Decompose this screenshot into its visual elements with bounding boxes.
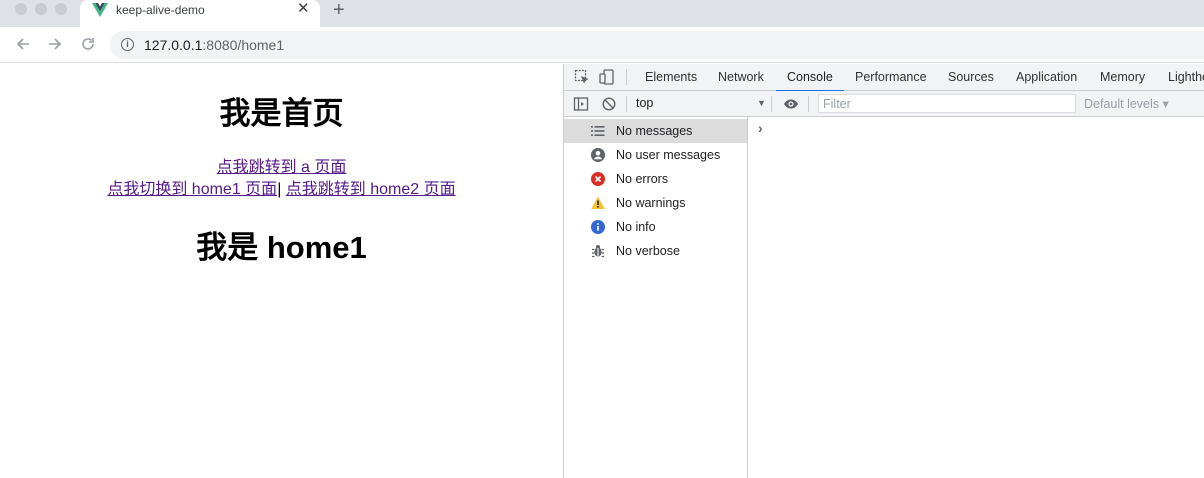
- console-output[interactable]: ›: [748, 117, 1204, 478]
- reload-icon[interactable]: [79, 35, 97, 53]
- tab-performance[interactable]: Performance: [855, 64, 927, 91]
- filter-input[interactable]: [819, 95, 1075, 112]
- site-info-icon[interactable]: i: [121, 38, 134, 51]
- sidebar-item-errors[interactable]: No errors: [564, 167, 747, 191]
- zoom-window-button[interactable]: [55, 3, 67, 15]
- sidebar-item-label: No user messages: [616, 148, 721, 162]
- devtools-panel: Elements Network Console Performance Sou…: [563, 64, 1204, 478]
- tab-lighthouse[interactable]: Lighthouse: [1168, 64, 1204, 91]
- url-host: 127.0.0.1: [144, 37, 203, 53]
- link-separator: |: [277, 181, 282, 198]
- device-toolbar-icon[interactable]: [599, 69, 615, 85]
- new-tab-button[interactable]: +: [333, 0, 345, 20]
- close-window-button[interactable]: [15, 3, 27, 15]
- inspect-element-icon[interactable]: [574, 69, 590, 85]
- url-path: :8080/home1: [202, 37, 285, 53]
- sidebar-item-warnings[interactable]: No warnings: [564, 191, 747, 215]
- url-text: 127.0.0.1:8080/home1: [144, 37, 284, 53]
- tab-network[interactable]: Network: [718, 64, 764, 91]
- sidebar-item-label: No info: [616, 220, 656, 234]
- link-row-1: 点我跳转到 a 页面: [0, 153, 563, 177]
- tab-memory[interactable]: Memory: [1100, 64, 1145, 91]
- eye-icon[interactable]: [783, 96, 799, 112]
- toolbar-divider: [771, 96, 772, 112]
- page-subheading: 我是 home1: [196, 230, 367, 265]
- warning-icon: [591, 196, 605, 209]
- vue-logo-icon: [92, 3, 108, 17]
- sidebar-item-label: No verbose: [616, 244, 680, 258]
- link-to-home1[interactable]: 点我切换到 home1 页面: [107, 181, 277, 198]
- sidebar-toggle-icon[interactable]: [573, 96, 589, 112]
- sidebar-item-label: No errors: [616, 172, 669, 186]
- console-prompt-icon: ›: [758, 120, 763, 136]
- user-icon: [591, 148, 605, 162]
- tab-console[interactable]: Console: [776, 64, 844, 92]
- page-viewport: 我是首页 点我跳转到 a 页面 点我切换到 home1 页面| 点我跳转到 ho…: [0, 64, 563, 478]
- tab-elements[interactable]: Elements: [645, 64, 697, 91]
- error-icon: [591, 172, 605, 186]
- sidebar-item-user-messages[interactable]: No user messages: [564, 143, 747, 167]
- context-selector[interactable]: top: [636, 96, 653, 110]
- sidebar-item-info[interactable]: No info: [564, 215, 747, 239]
- link-row-2: 点我切换到 home1 页面| 点我跳转到 home2 页面: [0, 175, 563, 199]
- tab-application[interactable]: Application: [1016, 64, 1077, 91]
- link-to-a[interactable]: 点我跳转到 a 页面: [217, 159, 347, 176]
- list-icon: [591, 126, 605, 136]
- link-to-home2[interactable]: 点我跳转到 home2 页面: [286, 181, 456, 198]
- sidebar-item-label: No warnings: [616, 196, 686, 210]
- filter-field[interactable]: [818, 94, 1076, 113]
- sidebar-item-label: No messages: [616, 124, 693, 138]
- tab-strip: keep-alive-demo ✕ +: [0, 0, 1204, 27]
- context-dropdown-icon[interactable]: ▼: [757, 98, 766, 108]
- browser-toolbar: i 127.0.0.1:8080/home1: [0, 27, 1204, 63]
- toolbar-divider: [626, 69, 627, 85]
- bug-icon: [592, 245, 604, 258]
- log-levels-dropdown[interactable]: Default levels ▾: [1084, 96, 1169, 111]
- tab-console-label: Console: [787, 70, 833, 84]
- console-toolbar: top ▼ Default levels ▾: [564, 91, 1204, 117]
- toolbar-divider: [808, 96, 809, 112]
- clear-console-icon[interactable]: [601, 96, 617, 112]
- tab-sources[interactable]: Sources: [948, 64, 994, 91]
- browser-tab[interactable]: keep-alive-demo ✕: [80, 0, 320, 27]
- console-sidebar: No messages No user messages No errors N…: [564, 117, 748, 478]
- sidebar-item-verbose[interactable]: No verbose: [564, 239, 747, 263]
- toolbar-divider: [626, 96, 627, 112]
- address-bar[interactable]: i 127.0.0.1:8080/home1: [110, 31, 1204, 59]
- minimize-window-button[interactable]: [35, 3, 47, 15]
- forward-arrow-icon[interactable]: [46, 35, 64, 53]
- devtools-tabbar: Elements Network Console Performance Sou…: [564, 64, 1204, 92]
- info-icon: [591, 220, 605, 234]
- sidebar-item-messages[interactable]: No messages: [564, 119, 747, 143]
- back-arrow-icon[interactable]: [14, 35, 32, 53]
- page-heading: 我是首页: [219, 96, 344, 131]
- tab-title: keep-alive-demo: [116, 3, 205, 17]
- tab-close-icon[interactable]: ✕: [297, 1, 310, 17]
